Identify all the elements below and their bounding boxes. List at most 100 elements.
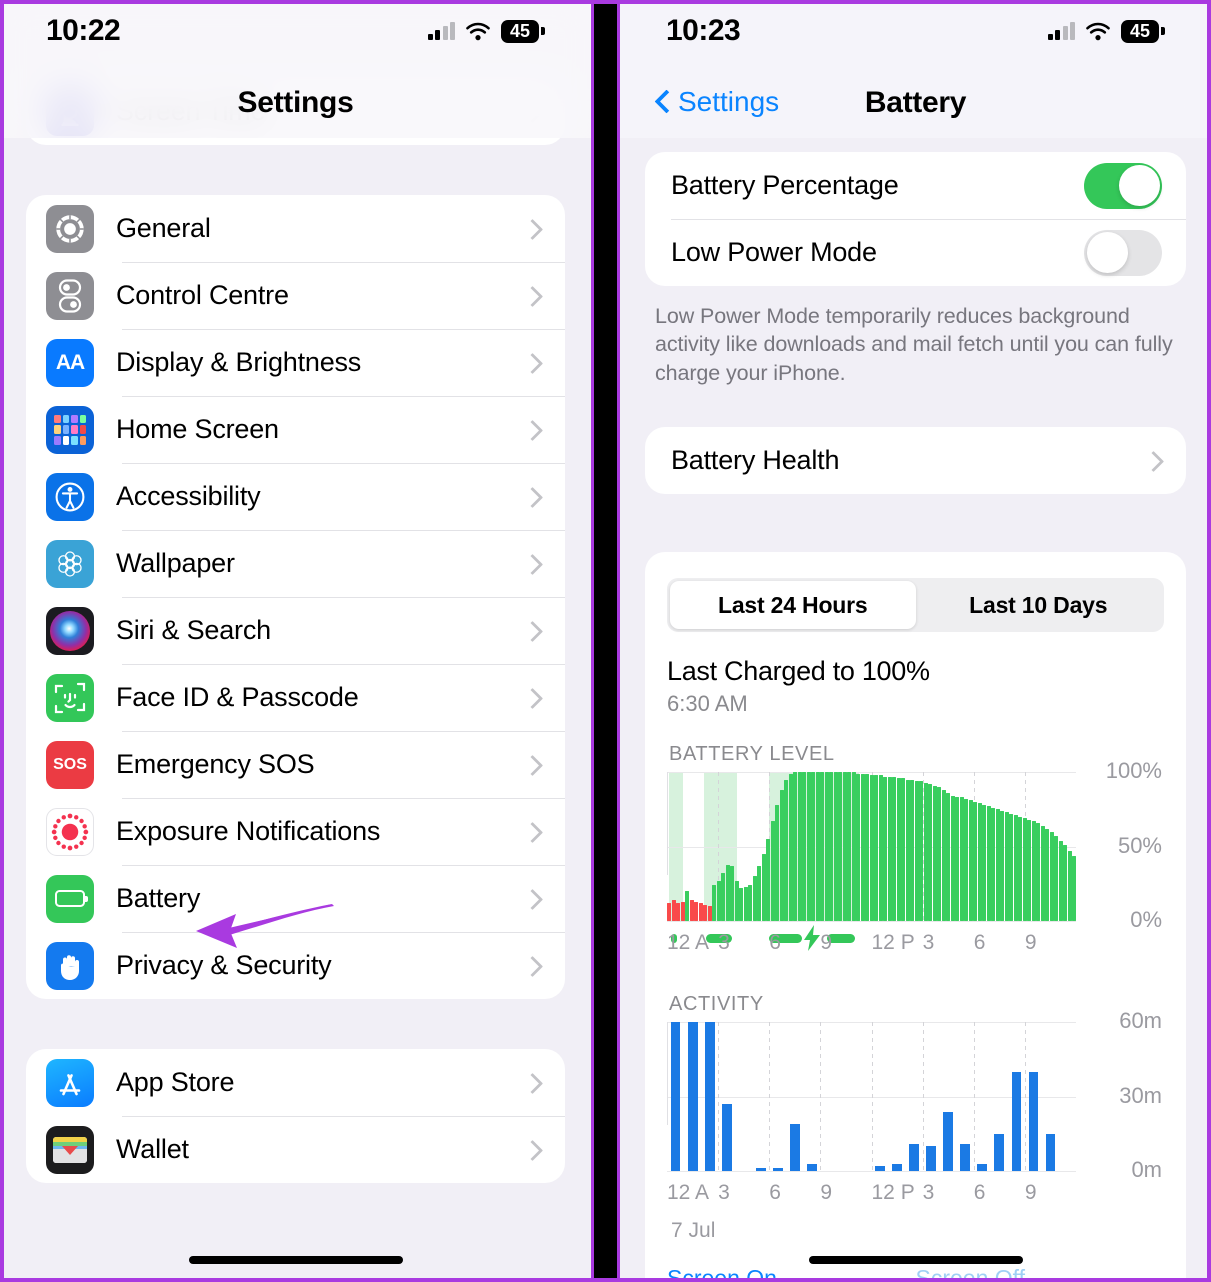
sidebar-item-emergency-sos[interactable]: SOS Emergency SOS — [26, 731, 565, 798]
chart-bar — [860, 773, 865, 922]
chart-bar — [994, 1133, 1005, 1172]
sidebar-item-control-centre[interactable]: Control Centre — [26, 262, 565, 329]
chevron-right-icon — [525, 353, 537, 373]
chart-bar — [1000, 810, 1005, 922]
battery-percentage-toggle[interactable] — [1084, 162, 1162, 209]
chart-bar — [815, 772, 820, 922]
chart-bar — [1040, 825, 1045, 922]
y-axis-tick-label: 50% — [1117, 832, 1162, 858]
chart-bar — [977, 1163, 988, 1172]
chevron-right-icon — [525, 688, 537, 708]
toggle-knob — [1086, 232, 1128, 273]
sidebar-item-face-id-passcode[interactable]: Face ID & Passcode — [26, 664, 565, 731]
chart-bar — [806, 772, 811, 922]
wallet-cards-art — [53, 1136, 87, 1163]
last-charged-title: Last Charged to 100% — [667, 656, 930, 687]
chevron-right-icon — [525, 1073, 537, 1093]
chart-bar — [806, 1163, 817, 1172]
chart-bar — [766, 839, 771, 922]
battery-icon — [46, 874, 94, 923]
low-power-mode-row[interactable]: Low Power Mode — [645, 219, 1186, 286]
sidebar-item-display-brightness[interactable]: AA Display & Brightness — [26, 329, 565, 396]
x-axis-tick-label: 6 — [769, 1181, 781, 1205]
chart-bar — [986, 806, 991, 922]
chart-bar — [926, 1146, 937, 1172]
chart-bar — [755, 1168, 766, 1172]
sidebar-item-home-screen[interactable]: Home Screen — [26, 396, 565, 463]
x-axis-tick-label: 12 P — [871, 1181, 915, 1205]
sidebar-item-label: Wallpaper — [116, 548, 235, 578]
home-indicator — [188, 1256, 403, 1264]
chart-bar — [1018, 816, 1023, 922]
sidebar-item-siri-search[interactable]: Siri & Search — [26, 597, 565, 664]
privacy-security-icon — [46, 941, 94, 990]
chart-bar — [869, 775, 874, 922]
sidebar-item-general[interactable]: General — [26, 195, 565, 262]
back-to-settings-button[interactable]: Settings — [656, 86, 779, 118]
chart-bar — [694, 901, 699, 922]
battery-health-row[interactable]: Battery Health — [645, 427, 1186, 494]
chevron-right-icon — [525, 487, 537, 507]
sidebar-item-wallet[interactable]: Wallet — [26, 1116, 565, 1183]
battery-level-plot-inner — [667, 772, 1077, 952]
battery-percentage-row[interactable]: Battery Percentage — [645, 152, 1186, 219]
activity-x-axis: 12 A 3 6 9 12 P 3 6 9 — [667, 1181, 1076, 1213]
chevron-right-icon — [525, 286, 537, 306]
chart-bar — [901, 778, 906, 922]
chart-bar — [1011, 1071, 1022, 1172]
chart-bar — [779, 790, 784, 922]
chart-bar — [1013, 815, 1018, 922]
sidebar-item-screen-time[interactable]: Screen Time — [26, 78, 565, 145]
chart-bar — [1004, 812, 1009, 922]
low-power-mode-toggle[interactable] — [1084, 229, 1162, 276]
activity-plot-inner — [667, 1022, 1076, 1173]
chart-bar — [960, 1143, 971, 1172]
sidebar-item-label: Display & Brightness — [116, 347, 362, 377]
chart-bar — [878, 775, 883, 922]
chart-bar — [932, 785, 937, 922]
chart-bar — [689, 900, 694, 922]
battery-scroll-view[interactable]: Battery Percentage Low Power Mode Low Po… — [620, 0, 1211, 1282]
chart-bar — [716, 880, 721, 922]
tab-last-24-hours[interactable]: Last 24 Hours — [670, 581, 916, 630]
chart-bar — [829, 772, 834, 922]
chart-bar — [847, 772, 852, 922]
sidebar-item-accessibility[interactable]: Accessibility — [26, 463, 565, 530]
x-axis-tick-label: 3 — [922, 1181, 935, 1205]
chart-bar — [896, 778, 901, 922]
chevron-right-icon — [525, 621, 537, 641]
wallet-icon — [46, 1125, 94, 1174]
sidebar-item-exposure-notifications[interactable]: Exposure Notifications — [26, 798, 565, 865]
chevron-right-icon — [525, 889, 537, 909]
low-power-mode-description: Low Power Mode temporarily reduces backg… — [655, 304, 1173, 385]
chart-bar — [784, 779, 789, 922]
sos-icon: SOS — [46, 740, 94, 789]
chart-bar — [1045, 828, 1050, 922]
sidebar-item-label: Wallet — [116, 1134, 189, 1164]
chevron-right-icon — [525, 956, 537, 976]
settings-scroll-view[interactable]: Screen Time General Control Centre AA Di… — [0, 0, 591, 1282]
sidebar-item-label: Privacy & Security — [116, 950, 332, 980]
accessibility-icon — [46, 472, 94, 521]
chart-bar — [752, 876, 757, 922]
sidebar-item-battery[interactable]: Battery — [26, 865, 565, 932]
x-axis-tick-label: 6 — [973, 931, 986, 955]
battery-level-bars — [667, 772, 1077, 922]
home-indicator — [808, 1256, 1023, 1264]
chart-bar — [797, 772, 802, 922]
activity-date-label: 7 Jul — [671, 1219, 716, 1243]
chevron-right-icon — [525, 1140, 537, 1160]
chart-bar — [698, 903, 703, 922]
siri-icon — [46, 606, 94, 655]
sidebar-item-privacy-security[interactable]: Privacy & Security — [26, 932, 565, 999]
chart-bar — [725, 864, 730, 922]
sidebar-item-wallpaper[interactable]: Wallpaper — [26, 530, 565, 597]
sidebar-item-app-store[interactable]: App Store — [26, 1049, 565, 1116]
chart-bar — [712, 885, 717, 922]
frame-border-right — [1207, 0, 1211, 1282]
usage-range-segmented-control[interactable]: Last 24 Hours Last 10 Days — [667, 578, 1164, 633]
chart-bar — [883, 776, 888, 922]
tab-last-10-days[interactable]: Last 10 Days — [916, 581, 1162, 629]
